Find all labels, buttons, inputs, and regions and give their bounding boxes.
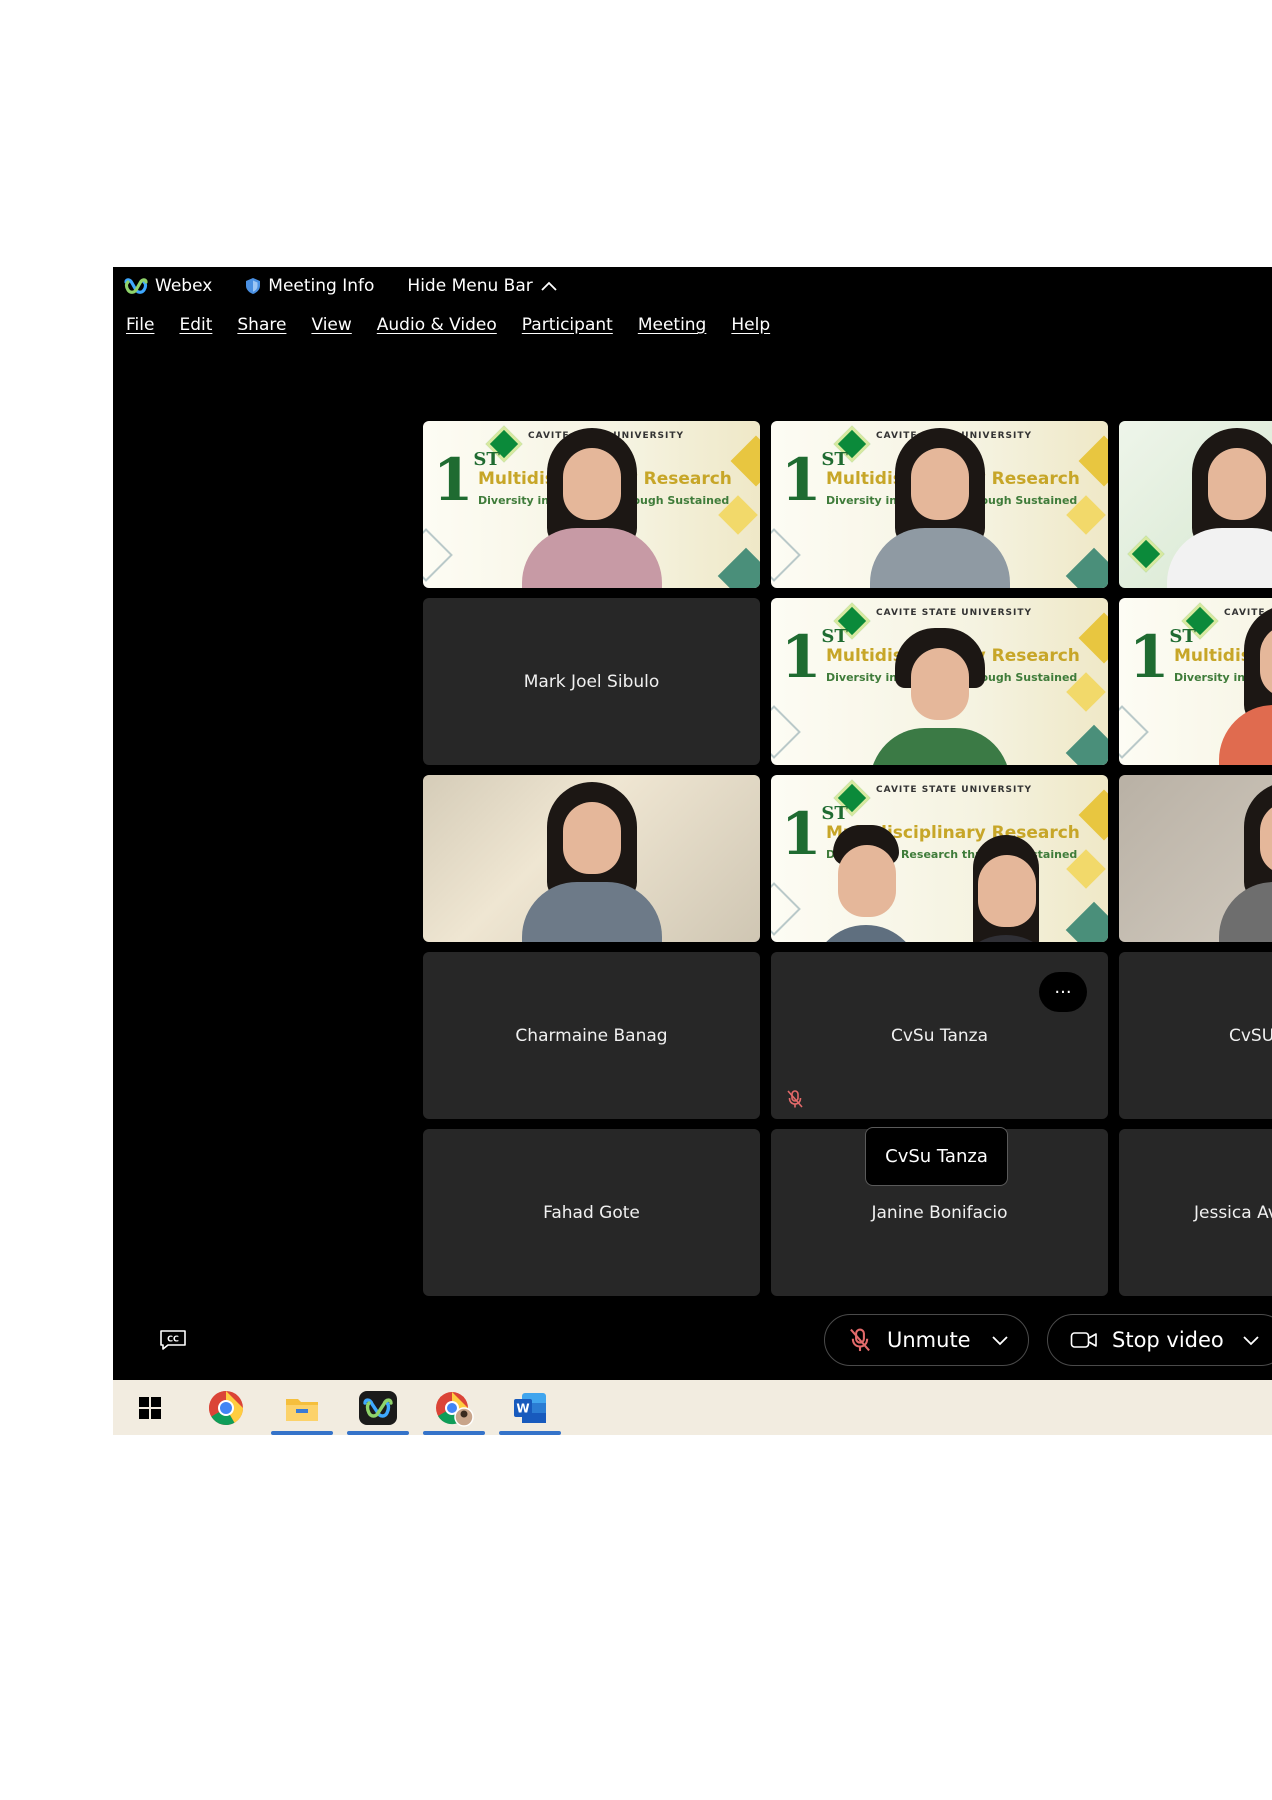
chevron-down-icon[interactable] [991,1334,1009,1346]
participant-tile[interactable]: CvSU [1119,952,1272,1119]
menu-help[interactable]: Help [731,315,770,335]
participant-name: Jessica Av [1194,1202,1272,1223]
participant-video [865,628,1015,765]
participant-name: Janine Bonifacio [871,1202,1008,1223]
svg-text:W: W [516,1401,529,1415]
taskbar-chrome-profile[interactable] [423,1380,485,1435]
participant-video [865,428,1015,588]
banner-university: CAVITE STATE UNIVERSITY [876,608,1033,618]
meeting-info-label: Meeting Info [268,276,375,296]
taskbar-webex[interactable] [347,1380,409,1435]
participant-name: Mark Joel Sibulo [523,671,660,692]
chevron-up-icon [541,281,557,291]
participant-name: Charmaine Banag [515,1025,668,1046]
participant-name: Fahad Gote [543,1202,640,1223]
participant-name: CvSu Tanza [890,1025,988,1046]
svg-text:CC: CC [167,1335,179,1344]
menu-share[interactable]: Share [237,315,286,335]
taskbar-word[interactable]: W [499,1380,561,1435]
video-feed [423,775,760,942]
participant-video [517,782,667,942]
video-tile[interactable] [423,775,760,942]
participant-tile[interactable]: CvSu Tanza ··· [771,952,1108,1119]
chevron-down-icon[interactable] [1242,1334,1260,1346]
windows-icon [139,1396,161,1419]
menu-participant[interactable]: Participant [522,315,613,335]
video-feed: CAVITE STATE UNIVERSITY 1ST Multidiscipl… [771,421,1108,588]
hide-menu-bar-label: Hide Menu Bar [407,276,533,296]
webex-app[interactable]: Webex [124,276,212,296]
video-tile[interactable]: CAVITE STATE UNIVERSITY 1ST Multidiscipl… [423,421,760,588]
participant-video [1214,782,1272,942]
participant-tile[interactable]: Mark Joel Sibulo [423,598,760,765]
hide-menu-bar-button[interactable]: Hide Menu Bar [407,276,557,296]
webex-logo-icon [124,278,148,294]
tooltip-text: CvSu Tanza [885,1146,988,1167]
video-feed: CAVITE STATE UNIVERSITY 1ST Multidiscipl… [423,421,760,588]
video-feed: CAVITE STATE UNIVERSITY 1ST Multidiscipl… [771,775,1108,942]
video-tile[interactable]: CAVITE STATE UNIVERSITY 1ST Multidiscipl… [1119,598,1272,765]
participant-tile[interactable]: Charmaine Banag [423,952,760,1119]
menu-edit[interactable]: Edit [179,315,212,335]
webex-logo-icon [359,1390,397,1425]
unmute-button[interactable]: Unmute [824,1314,1029,1366]
participant-tile[interactable]: Jessica Av [1119,1129,1272,1296]
video-tile[interactable]: CAVITE STATE UNIVERSITY 1ST Multidiscipl… [771,421,1108,588]
participant-video [951,835,1061,942]
participant-name: CvSU [1229,1025,1272,1046]
video-tile[interactable] [1119,775,1272,942]
video-tile[interactable]: CAVITE STATE UNIVERSITY 1ST Multidiscipl… [771,775,1108,942]
word-icon: W [514,1392,546,1423]
more-options-button[interactable]: ··· [1039,972,1087,1012]
menu-view[interactable]: View [311,315,351,335]
shield-icon [246,278,261,294]
video-feed [1119,421,1272,588]
chrome-icon [209,1390,243,1425]
taskbar-file-explorer[interactable] [271,1380,333,1435]
stop-video-label: Stop video [1112,1328,1224,1352]
menu-audio-video[interactable]: Audio & Video [377,315,497,335]
participant-video [811,825,921,942]
closed-captions-icon[interactable]: CC [158,1329,188,1351]
folder-icon [286,1398,318,1421]
video-feed: CAVITE STATE UNIVERSITY 1ST Multidiscipl… [1119,598,1272,765]
name-tooltip: CvSu Tanza [865,1127,1008,1186]
video-tile[interactable] [1119,421,1272,588]
menu-file[interactable]: File [126,315,154,335]
video-tile[interactable]: CAVITE STATE UNIVERSITY 1ST Multidiscipl… [771,598,1108,765]
participant-tile[interactable]: Fahad Gote [423,1129,760,1296]
muted-mic-icon [850,1328,870,1352]
more-icon: ··· [1054,981,1072,1003]
video-camera-icon [1070,1332,1097,1348]
taskbar: W [113,1380,1272,1435]
video-feed: CAVITE STATE UNIVERSITY 1ST Multidiscipl… [771,598,1108,765]
video-feed [1119,775,1272,942]
university-logo [1127,535,1165,573]
webex-window: Webex Meeting Info Hide Menu Bar File Ed… [113,267,1272,1435]
menu-bar: File Edit Share View Audio & Video Parti… [113,305,1272,345]
chrome-profile-icon [436,1391,474,1427]
unmute-label: Unmute [887,1328,971,1352]
title-bar: Webex Meeting Info Hide Menu Bar [113,267,1272,305]
participant-video [1214,605,1272,765]
banner-university: CAVITE STATE UNIVERSITY [876,785,1033,795]
participant-video [517,428,667,588]
app-name: Webex [155,276,213,296]
taskbar-chrome[interactable] [195,1380,257,1435]
muted-mic-icon [787,1090,803,1108]
start-button[interactable] [119,1380,181,1435]
menu-meeting[interactable]: Meeting [638,315,707,335]
meeting-info-button[interactable]: Meeting Info [245,276,374,296]
participant-video [1162,428,1272,588]
stop-video-button[interactable]: Stop video [1047,1314,1272,1366]
